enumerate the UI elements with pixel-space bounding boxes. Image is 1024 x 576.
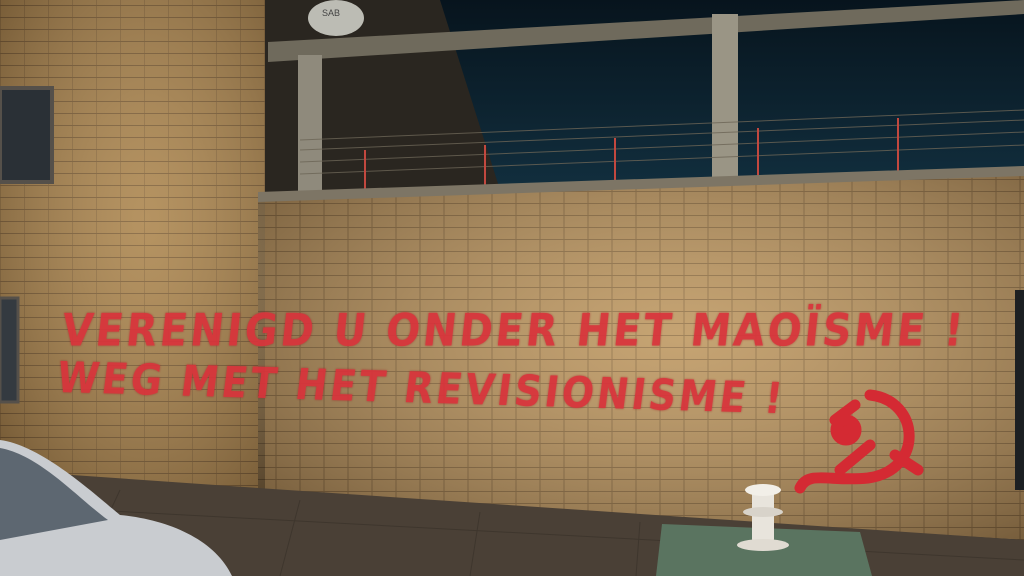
street-photo: SAB VERENIGD U ONDER HET MAOÏSME ! WEG M…	[0, 0, 1024, 576]
satellite-dish	[308, 0, 364, 36]
scene-background	[0, 0, 1024, 576]
window-upper-left	[0, 86, 54, 184]
satellite-dish-label: SAB	[322, 8, 341, 18]
graffiti-line-1: VERENIGD U ONDER HET MAOÏSME !	[59, 305, 969, 357]
door-edge-right	[1015, 290, 1024, 490]
concrete-pillar-right	[712, 14, 738, 179]
window-lower-left	[0, 296, 20, 404]
